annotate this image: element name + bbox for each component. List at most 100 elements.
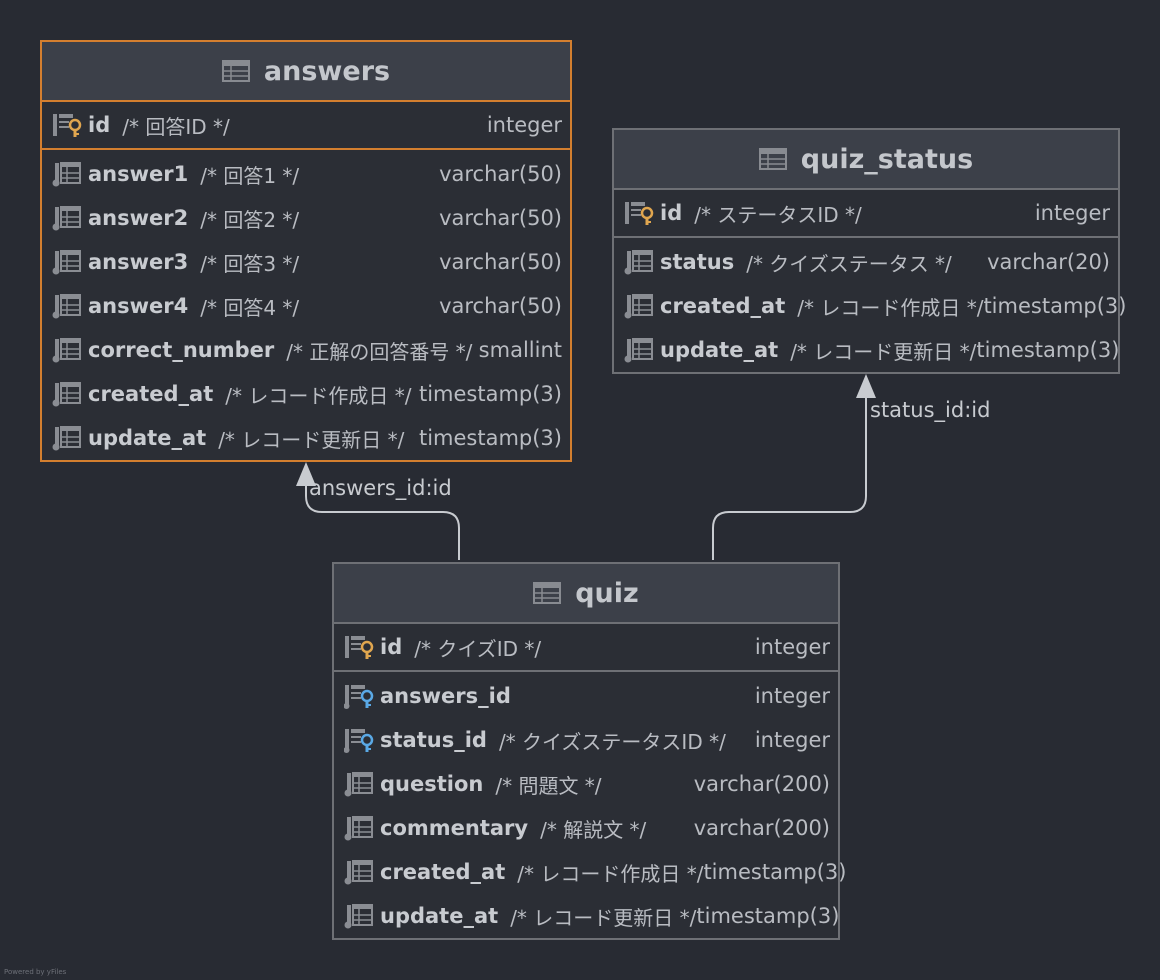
column-type: timestamp(3) <box>418 426 562 450</box>
column-type: integer <box>754 684 830 708</box>
column-name: id <box>88 113 111 137</box>
column-name: update_at <box>660 338 779 362</box>
column-type: varchar(20) <box>987 250 1110 274</box>
column-name: commentary <box>380 816 529 840</box>
table-header: answers <box>42 42 570 102</box>
table-icon <box>533 582 562 604</box>
column-row[interactable]: update_at /* レコード更新日 */ timestamp(3) <box>614 328 1119 372</box>
table-name: quiz_status <box>800 143 974 175</box>
column-type: integer <box>754 635 830 659</box>
table-quiz[interactable]: quiz id /* クイズID */ integer answers_id i… <box>332 562 846 940</box>
column-name: id <box>660 201 683 225</box>
column-name: created_at <box>660 294 786 318</box>
column-comment: /* ステータスID */ <box>694 202 862 227</box>
column-icon <box>52 382 81 407</box>
column-row[interactable]: update_at /* レコード更新日 */ timestamp(3) <box>334 894 839 938</box>
column-type: timestamp(3) <box>983 294 1127 318</box>
column-icon <box>52 162 81 187</box>
column-comment: /* クイズID */ <box>414 636 542 661</box>
column-comment: /* 回答4 */ <box>200 295 300 320</box>
column-icon <box>52 338 81 363</box>
table-quiz-status[interactable]: quiz_status id /* ステータスID */ integer sta… <box>612 128 1126 374</box>
column-name: correct_number <box>88 338 275 362</box>
column-row[interactable]: update_at /* レコード更新日 */ timestamp(3) <box>42 416 570 460</box>
column-name: question <box>380 772 484 796</box>
column-type: smallint <box>478 338 562 362</box>
column-icon <box>624 338 653 363</box>
column-row[interactable]: answer3 /* 回答3 */ varchar(50) <box>42 240 570 284</box>
table-icon <box>221 60 250 82</box>
column-type: integer <box>754 728 830 752</box>
primary-key-icon <box>345 636 374 659</box>
column-comment: /* レコード作成日 */ <box>225 383 412 408</box>
column-icon <box>624 294 653 319</box>
column-name: answer2 <box>88 206 189 230</box>
column-row[interactable]: created_at /* レコード作成日 */ timestamp(3) <box>42 372 570 416</box>
column-type: integer <box>486 113 562 137</box>
column-comment: /* 回答ID */ <box>122 114 230 139</box>
column-row[interactable]: id /* クイズID */ integer <box>334 624 838 672</box>
foreign-key-icon <box>344 685 374 709</box>
primary-key-icon <box>53 114 82 137</box>
column-name: update_at <box>88 426 207 450</box>
column-type: timestamp(3) <box>703 860 847 884</box>
arrowhead-quiz-status <box>856 374 876 398</box>
column-type: varchar(200) <box>693 816 830 840</box>
column-icon <box>52 294 81 319</box>
column-row[interactable]: status_id /* クイズステータスID */ integer <box>334 718 838 762</box>
column-type: varchar(50) <box>439 250 562 274</box>
column-row[interactable]: status /* クイズステータス */ varchar(20) <box>614 240 1118 284</box>
table-answers[interactable]: answers id /* 回答ID */ integer answer1 /*… <box>40 40 572 462</box>
column-icon <box>344 772 373 797</box>
table-header: quiz_status <box>614 130 1118 190</box>
column-comment: /* レコード更新日 */ <box>790 339 977 364</box>
column-row[interactable]: question /* 問題文 */ varchar(200) <box>334 762 838 806</box>
column-name: created_at <box>88 382 214 406</box>
column-row[interactable]: answer4 /* 回答4 */ varchar(50) <box>42 284 570 328</box>
edge-label-status: status_id:id <box>870 398 991 422</box>
edge-label-answers: answers_id:id <box>309 476 452 500</box>
column-icon <box>52 426 81 451</box>
column-comment: /* 回答2 */ <box>200 207 300 232</box>
column-comment: /* 回答3 */ <box>200 251 300 276</box>
column-row[interactable]: id /* 回答ID */ integer <box>42 102 570 150</box>
column-name: status <box>660 250 735 274</box>
column-name: created_at <box>380 860 506 884</box>
column-type: integer <box>1034 201 1110 225</box>
column-name: status_id <box>380 728 487 752</box>
column-name: answer3 <box>88 250 189 274</box>
table-name: answers <box>263 55 391 87</box>
table-header: quiz <box>334 564 838 624</box>
column-icon <box>52 206 81 231</box>
column-icon <box>344 904 373 929</box>
table-icon <box>758 148 787 170</box>
column-row[interactable]: answer2 /* 回答2 */ varchar(50) <box>42 196 570 240</box>
column-row[interactable]: id /* ステータスID */ integer <box>614 190 1118 238</box>
column-row[interactable]: answer1 /* 回答1 */ varchar(50) <box>42 152 570 196</box>
column-type: varchar(200) <box>693 772 830 796</box>
column-row[interactable]: created_at /* レコード作成日 */ timestamp(3) <box>334 850 846 894</box>
column-name: id <box>380 635 403 659</box>
column-comment: /* レコード更新日 */ <box>218 427 405 452</box>
column-comment: /* 正解の回答番号 */ <box>286 339 473 364</box>
column-row[interactable]: correct_number /* 正解の回答番号 */ smallint <box>42 328 570 372</box>
primary-key-icon <box>625 202 654 225</box>
column-name: answers_id <box>380 684 511 708</box>
column-icon <box>344 816 373 841</box>
column-comment: /* 回答1 */ <box>200 163 300 188</box>
column-comment: /* 解説文 */ <box>540 817 647 842</box>
column-row[interactable]: created_at /* レコード作成日 */ timestamp(3) <box>614 284 1126 328</box>
column-comment: /* クイズステータスID */ <box>498 729 726 754</box>
column-icon <box>52 250 81 275</box>
column-type: varchar(50) <box>439 206 562 230</box>
column-comment: /* レコード更新日 */ <box>510 905 697 930</box>
column-type: varchar(50) <box>439 294 562 318</box>
column-icon <box>624 250 653 275</box>
column-comment: /* 問題文 */ <box>495 773 602 798</box>
column-row[interactable]: commentary /* 解説文 */ varchar(200) <box>334 806 838 850</box>
foreign-key-icon <box>344 729 374 753</box>
column-comment: /* レコード作成日 */ <box>797 295 984 320</box>
column-comment: /* クイズステータス */ <box>746 251 952 276</box>
column-row[interactable]: answers_id integer <box>334 674 838 718</box>
column-type: varchar(50) <box>439 162 562 186</box>
